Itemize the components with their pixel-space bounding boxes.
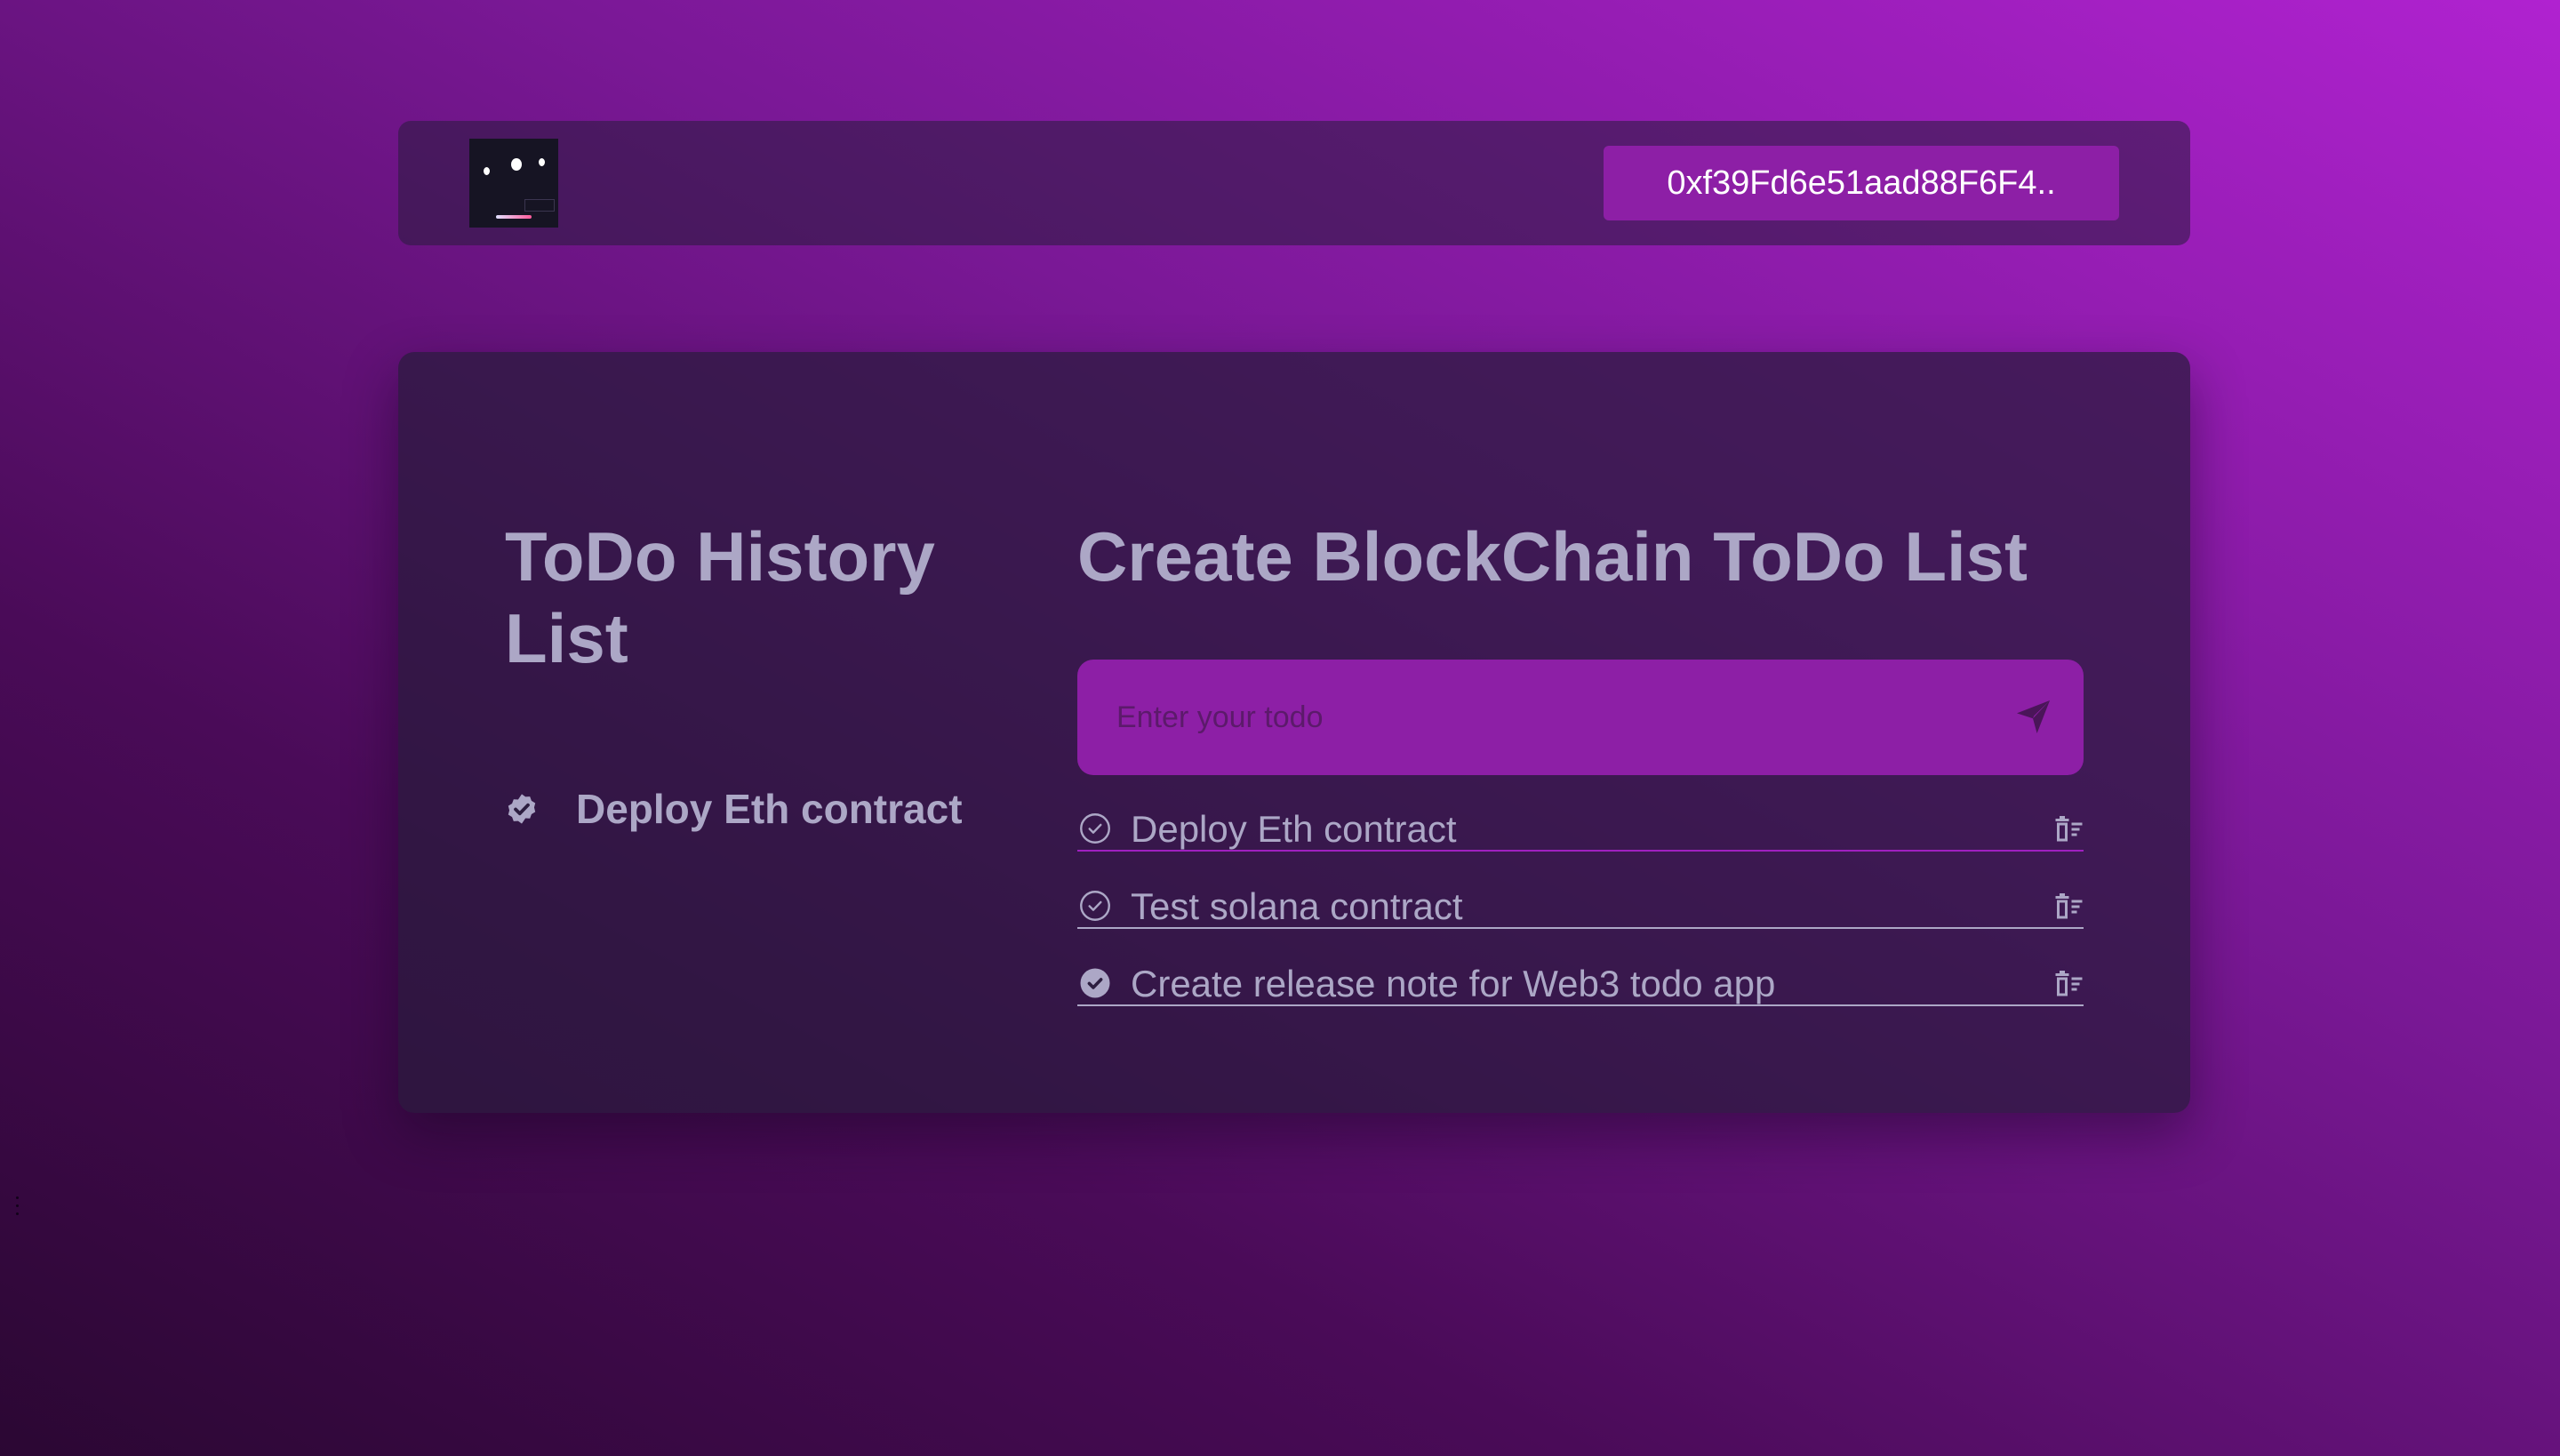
circle-check-outline-icon[interactable] [1079,812,1111,844]
logo-frame [524,199,555,212]
history-item-label: Deploy Eth contract [576,786,963,832]
delete-icon[interactable] [2052,814,2084,844]
main-card: ToDo History List Deploy Eth contract Cr… [398,352,2190,1113]
history-title: ToDo History List [505,517,935,677]
history-list-item: Deploy Eth contract [505,782,963,836]
handle-dot [16,1196,19,1199]
todo-divider [1077,850,2084,852]
todo-divider [1077,1004,2084,1006]
logo-stripe [496,215,532,219]
todo-list: Deploy Eth contract Test solana contract [1077,805,2084,1037]
circle-check-filled-icon[interactable] [1079,967,1111,999]
todo-item: Test solana contract [1077,883,2084,960]
logo[interactable] [469,139,558,228]
delete-icon[interactable] [2052,892,2084,922]
send-icon[interactable] [2012,695,2055,738]
side-handle [16,1196,21,1221]
delete-icon[interactable] [2052,969,2084,999]
todo-text: Create release note for Web3 todo app [1131,963,1776,1004]
logo-dot [539,158,545,166]
navbar: 0xf39Fd6e51aad88F6F4.. [398,121,2190,245]
todo-item: Create release note for Web3 todo app [1077,960,2084,1037]
logo-dot [511,158,522,171]
handle-dot [16,1204,19,1207]
wallet-address-button[interactable]: 0xf39Fd6e51aad88F6F4.. [1604,146,2119,220]
verified-badge-icon [508,794,536,824]
circle-check-outline-icon[interactable] [1079,890,1111,922]
todo-input[interactable] [1116,686,1916,748]
handle-dot [16,1212,19,1215]
logo-dot [484,167,490,175]
todo-divider [1077,927,2084,929]
todo-form [1077,660,2084,775]
create-title: Create BlockChain ToDo List [1077,517,2028,596]
todo-item: Deploy Eth contract [1077,805,2084,883]
todo-text: Test solana contract [1131,885,1463,927]
todo-text: Deploy Eth contract [1131,808,1457,850]
